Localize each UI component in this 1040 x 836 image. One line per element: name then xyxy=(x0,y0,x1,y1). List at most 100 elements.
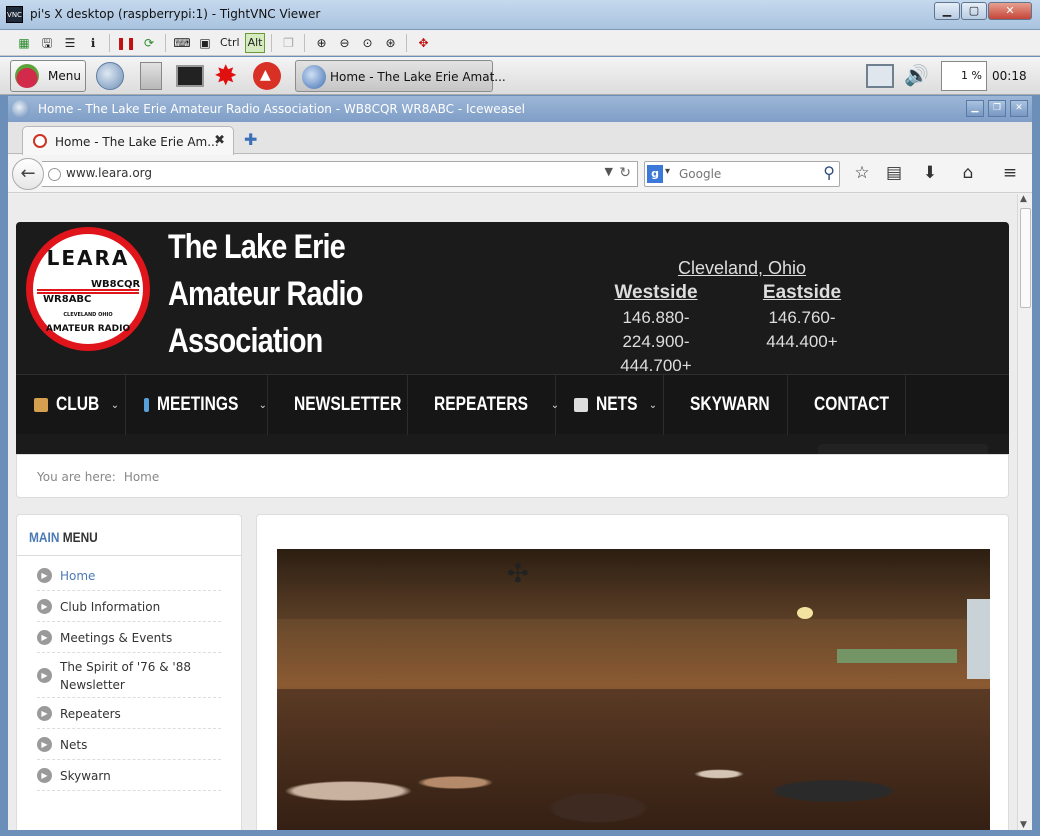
zoom-100-icon[interactable]: ⊙ xyxy=(357,33,377,53)
logo-city: CLEVELAND OHIO xyxy=(63,312,113,318)
browser-close-button[interactable]: ✕ xyxy=(1010,100,1028,117)
desktop-panel: Menu Home - The Lake Erie Amat... 🔊 1 % … xyxy=(0,57,1040,95)
main-menu-sidebar: MAIN MENU ▶ Home ▶ Club Information ▶ Me… xyxy=(16,514,242,830)
sidebar-item-newsletter[interactable]: ▶ The Spirit of '76 & '88 Newsletter xyxy=(37,654,221,698)
browser-minimize-button[interactable]: ▁ xyxy=(966,100,984,117)
nav-repeaters[interactable]: REPEATERS ⌄ xyxy=(408,375,559,435)
url-bar[interactable]: ▼ ↻ xyxy=(42,161,638,187)
file-manager-launcher-icon[interactable] xyxy=(140,62,162,90)
sidebar-item-repeaters[interactable]: ▶ Repeaters xyxy=(37,699,221,729)
chevron-right-icon: ▶ xyxy=(37,668,52,683)
sidebar-divider xyxy=(17,555,241,556)
nav-skywarn[interactable]: SKYWARN xyxy=(664,375,788,435)
photo-window xyxy=(967,599,990,679)
url-input[interactable] xyxy=(66,166,586,180)
scrollbar-thumb[interactable] xyxy=(1020,208,1031,308)
bookmark-star-icon[interactable]: ☆ xyxy=(852,163,872,183)
home-icon[interactable]: ⌂ xyxy=(958,163,978,183)
site-title[interactable]: The Lake Erie Amateur Radio Association xyxy=(168,224,389,365)
scroll-up-icon[interactable]: ▲ xyxy=(1020,194,1027,204)
sidebar-item-skywarn[interactable]: ▶ Skywarn xyxy=(37,761,221,791)
nav-nets[interactable]: NETS ⌄ xyxy=(556,375,664,435)
search-engine-dropdown-icon[interactable]: ▾ xyxy=(665,166,670,177)
repeater-frequency: 146.880- xyxy=(622,308,690,327)
site-title-line: The Lake Erie xyxy=(168,228,346,266)
wolfram-launcher-icon[interactable] xyxy=(253,62,281,90)
repeater-frequency: 224.900- xyxy=(622,332,690,351)
ceiling-fan-icon: ✣ xyxy=(507,559,529,589)
sidebar-item-nets[interactable]: ▶ Nets xyxy=(37,730,221,760)
zoom-in-icon[interactable]: ⊕ xyxy=(311,33,331,53)
main-navigation: CLUB ⌄ MEETINGS ⌄ NEWSLETTER REPEATERS ⌄… xyxy=(16,374,1009,435)
eastside-heading[interactable]: Eastside xyxy=(752,282,852,304)
browser-maximize-button[interactable]: ❐ xyxy=(988,100,1006,117)
taskbar-item-iceweasel[interactable]: Home - The Lake Erie Amat... xyxy=(295,60,506,92)
start-menu-button[interactable]: Menu xyxy=(10,60,86,92)
club-icon xyxy=(34,398,48,412)
win-key-icon[interactable]: ▣ xyxy=(195,33,215,53)
new-connection-icon[interactable]: ▦ xyxy=(14,33,34,53)
back-button[interactable]: ← xyxy=(12,158,44,190)
sidebar-item-club-information[interactable]: ▶ Club Information xyxy=(37,592,221,622)
hamburger-menu-icon[interactable]: ≡ xyxy=(1000,163,1020,183)
alt-key-button[interactable]: Alt xyxy=(244,32,266,53)
search-bar[interactable]: g ▾ ⚲ xyxy=(644,161,840,187)
options-icon[interactable]: ☰ xyxy=(60,33,80,53)
vnc-app-icon: VNC xyxy=(6,6,23,23)
search-icon[interactable]: ⚲ xyxy=(823,163,835,182)
reload-icon[interactable]: ↻ xyxy=(619,165,631,181)
ctrl-alt-del-icon[interactable]: ⌨ xyxy=(172,33,192,53)
minimize-button[interactable]: ▁ xyxy=(934,2,960,20)
logo-bottom-text: AMATEUR RADIO xyxy=(45,324,131,334)
zoom-out-icon[interactable]: ⊖ xyxy=(334,33,354,53)
zoom-fit-icon[interactable]: ⊛ xyxy=(380,33,400,53)
logo-callsign-a: WB8CQR xyxy=(91,279,141,290)
new-tab-icon[interactable]: ✚ xyxy=(244,130,257,149)
nav-label: CONTACT xyxy=(814,394,890,415)
network-icon[interactable] xyxy=(866,64,894,88)
clipboard-icon[interactable]: ❐ xyxy=(278,33,298,53)
sidebar-item-home[interactable]: ▶ Home xyxy=(37,561,221,591)
nav-contact[interactable]: CONTACT xyxy=(788,375,906,435)
maximize-button[interactable]: ▢ xyxy=(961,2,987,20)
tab-home[interactable]: Home - The Lake Erie Am... ✖ xyxy=(22,126,234,155)
sidebar-item-meetings-events[interactable]: ▶ Meetings & Events xyxy=(37,623,221,653)
toolbar-divider xyxy=(304,33,306,52)
ctrl-key-button[interactable]: Ctrl xyxy=(218,33,242,53)
westside-heading[interactable]: Westside xyxy=(606,282,706,304)
search-input[interactable] xyxy=(679,167,809,181)
globe-icon xyxy=(302,65,326,89)
refresh-icon[interactable]: ⟳ xyxy=(139,33,159,53)
globe-icon xyxy=(12,100,30,118)
nav-meetings[interactable]: MEETINGS ⌄ xyxy=(126,375,268,435)
nav-newsletter[interactable]: NEWSLETTER xyxy=(268,375,408,435)
mathematica-launcher-icon[interactable] xyxy=(214,62,244,90)
eastside-repeaters: Eastside 146.760- 444.400+ xyxy=(752,282,852,352)
pause-icon[interactable]: ❚❚ xyxy=(116,33,136,53)
nav-club[interactable]: CLUB ⌄ xyxy=(16,375,126,435)
clock[interactable]: 00:18 xyxy=(992,69,1027,83)
leara-logo[interactable]: LEARA WB8CQR WR8ABC CLEVELAND OHIO AMATE… xyxy=(26,227,150,351)
close-button[interactable]: ✕ xyxy=(988,2,1032,20)
westside-repeaters: Westside 146.880- 224.900- 444.700+ xyxy=(606,282,706,376)
bookmarks-menu-icon[interactable]: ▤ xyxy=(884,163,904,183)
nav-label: SKYWARN xyxy=(690,394,770,415)
sidebar-heading-a: MAIN xyxy=(29,529,60,545)
site-identity-icon[interactable] xyxy=(48,168,61,181)
toolbar-divider xyxy=(406,33,408,52)
location-link[interactable]: Cleveland, Ohio xyxy=(614,258,870,279)
info-icon[interactable]: ℹ xyxy=(83,33,103,53)
fullscreen-icon[interactable]: ✥ xyxy=(413,33,433,53)
scroll-down-icon[interactable]: ▼ xyxy=(1020,820,1027,830)
volume-icon[interactable]: 🔊 xyxy=(904,63,929,87)
main-content: ✣ xyxy=(256,514,1009,830)
save-icon[interactable]: 🖫 xyxy=(37,33,57,53)
url-history-dropdown-icon[interactable]: ▼ xyxy=(605,165,613,178)
cpu-usage-monitor[interactable]: 1 % xyxy=(941,61,987,91)
page-scrollbar[interactable]: ▲ ▼ xyxy=(1017,194,1032,830)
google-engine-icon[interactable]: g xyxy=(647,165,663,183)
terminal-launcher-icon[interactable] xyxy=(176,65,204,87)
web-browser-launcher-icon[interactable] xyxy=(96,62,124,90)
close-tab-icon[interactable]: ✖ xyxy=(214,133,225,148)
downloads-icon[interactable]: ⬇ xyxy=(920,163,940,183)
